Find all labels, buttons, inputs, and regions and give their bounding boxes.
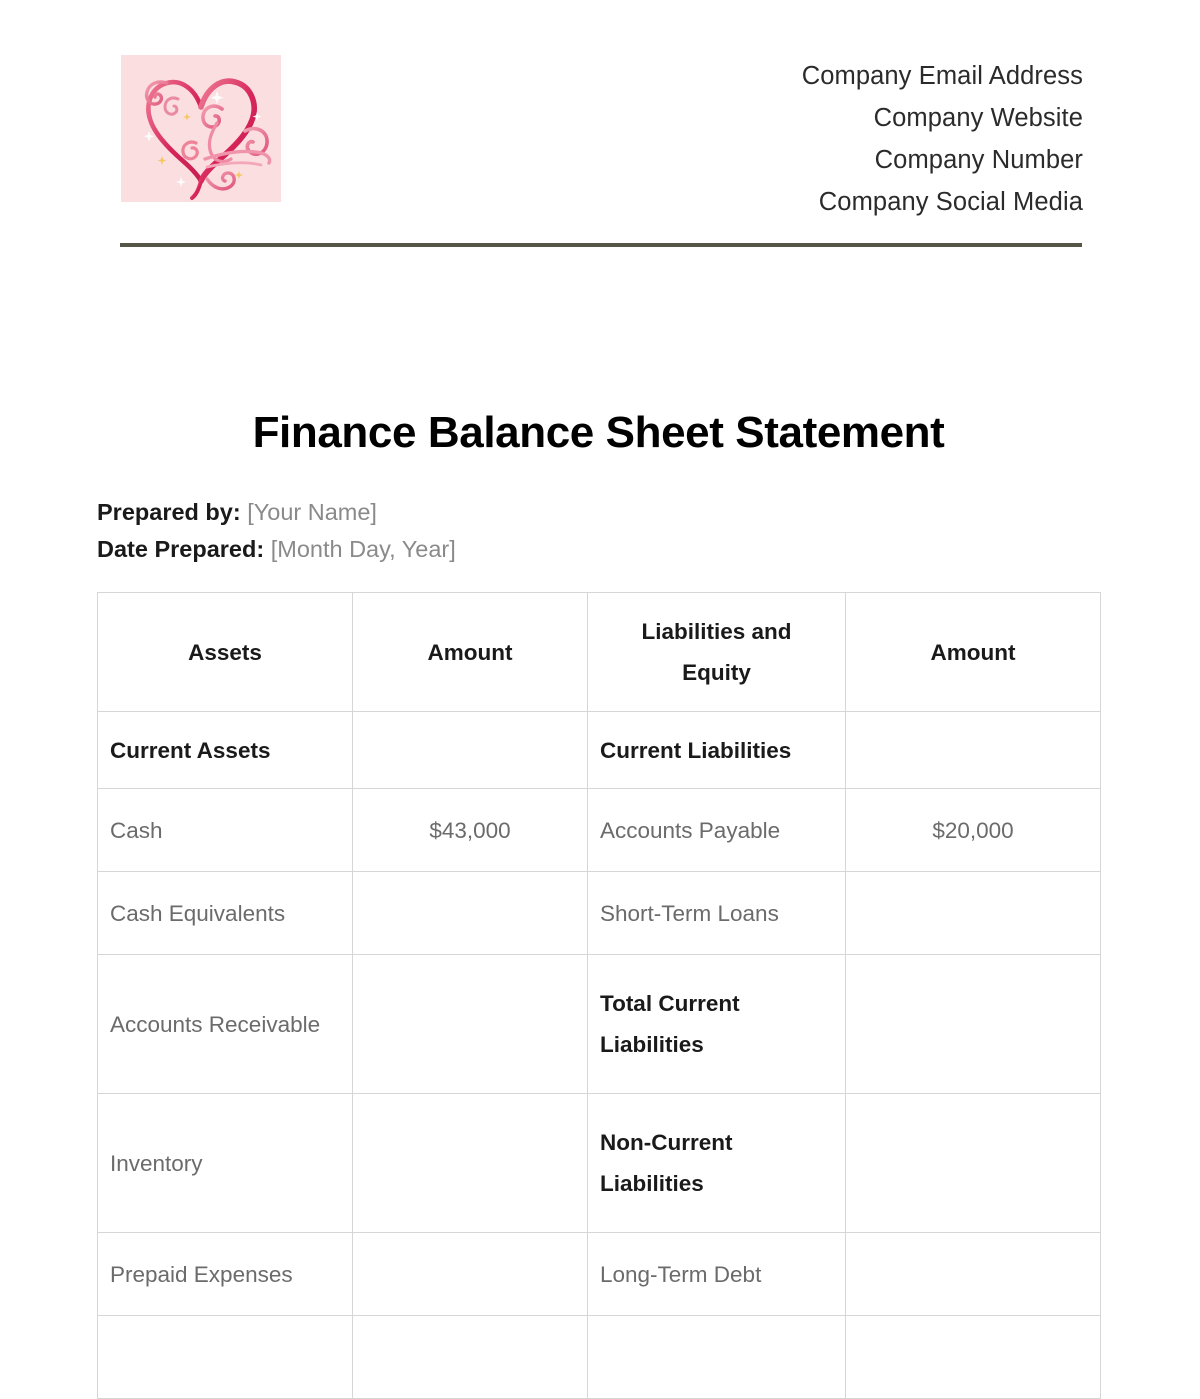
company-website: Company Website	[873, 104, 1083, 132]
column-header-liabilities-equity: Liabilities and Equity	[587, 592, 846, 712]
company-email-address: Company Email Address	[801, 62, 1083, 90]
document-page: Company Email Address Company Website Co…	[0, 0, 1200, 1399]
table-row: Inventory Non-Current Liabilities	[97, 1093, 1101, 1233]
cell-assets[interactable]	[97, 1315, 353, 1399]
cell-assets-amount[interactable]: $43,000	[352, 788, 588, 872]
company-number: Company Number	[874, 146, 1083, 174]
balance-sheet-table: Assets Amount Liabilities and Equity Amo…	[97, 592, 1101, 1399]
cell-assets[interactable]: Cash	[97, 788, 353, 872]
cell-liabilities-amount[interactable]	[845, 1315, 1101, 1399]
column-header-liabilities-amount: Amount	[845, 592, 1101, 712]
date-prepared-value: [Month Day, Year]	[270, 536, 456, 562]
table-row: Current Assets Current Liabilities	[97, 711, 1101, 789]
table-row: Prepaid Expenses Long-Term Debt	[97, 1232, 1101, 1316]
table-body: Current Assets Current Liabilities Cash $43…	[97, 711, 1101, 1399]
cell-liabilities[interactable]: Accounts Payable	[587, 788, 846, 872]
letterhead: Company Email Address Company Website Co…	[121, 55, 1083, 223]
cell-assets-amount[interactable]	[352, 871, 588, 955]
company-contact-block: Company Email Address Company Website Co…	[802, 55, 1083, 223]
cell-assets[interactable]: Prepaid Expenses	[97, 1232, 353, 1316]
cell-assets-amount[interactable]	[352, 1093, 588, 1233]
cell-assets-amount[interactable]	[352, 1315, 588, 1399]
cell-liabilities[interactable]: Non-Current Liabilities	[587, 1093, 846, 1233]
date-prepared-row: Date Prepared: [Month Day, Year]	[97, 531, 797, 568]
prepared-by-value: [Your Name]	[247, 499, 377, 525]
company-social-media: Company Social Media	[818, 188, 1083, 216]
prepared-by-label: Prepared by:	[97, 499, 241, 525]
cell-liabilities[interactable]: Long-Term Debt	[587, 1232, 846, 1316]
cell-liabilities[interactable]	[587, 1315, 846, 1399]
column-header-assets: Assets	[97, 592, 353, 712]
cell-liabilities-amount[interactable]	[845, 871, 1101, 955]
cell-assets-amount[interactable]	[352, 954, 588, 1094]
cell-liabilities-amount[interactable]	[845, 1232, 1101, 1316]
cell-liabilities[interactable]: Total Current Liabilities	[587, 954, 846, 1094]
date-prepared-label: Date Prepared:	[97, 536, 265, 562]
cell-assets[interactable]: Inventory	[97, 1093, 353, 1233]
cell-assets[interactable]: Accounts Receivable	[97, 954, 353, 1094]
document-meta: Prepared by: [Your Name] Date Prepared: …	[97, 494, 797, 568]
cell-liabilities-amount[interactable]	[845, 954, 1101, 1094]
table-header-row: Assets Amount Liabilities and Equity Amo…	[97, 592, 1101, 712]
table-row: Accounts Receivable Total Current Liabili…	[97, 954, 1101, 1094]
table-row: Cash Equivalents Short-Term Loans	[97, 871, 1101, 955]
table-row: Cash $43,000 Accounts Payable $20,000	[97, 788, 1101, 872]
cell-liabilities[interactable]: Short-Term Loans	[587, 871, 846, 955]
company-logo	[121, 55, 281, 202]
prepared-by-row: Prepared by: [Your Name]	[97, 494, 797, 531]
ornate-heart-icon	[143, 78, 272, 200]
cell-assets[interactable]: Current Assets	[97, 711, 353, 789]
cell-liabilities-amount[interactable]: $20,000	[845, 788, 1101, 872]
cell-liabilities[interactable]: Current Liabilities	[587, 711, 846, 789]
cell-assets-amount[interactable]	[352, 1232, 588, 1316]
cell-liabilities-amount[interactable]	[845, 711, 1101, 789]
cell-liabilities-amount[interactable]	[845, 1093, 1101, 1233]
cell-assets-amount[interactable]	[352, 711, 588, 789]
letterhead-divider	[120, 243, 1082, 247]
column-header-assets-amount: Amount	[352, 592, 588, 712]
cell-assets[interactable]: Cash Equivalents	[97, 871, 353, 955]
page-title: Finance Balance Sheet Statement	[252, 408, 945, 457]
table-row	[97, 1315, 1101, 1399]
